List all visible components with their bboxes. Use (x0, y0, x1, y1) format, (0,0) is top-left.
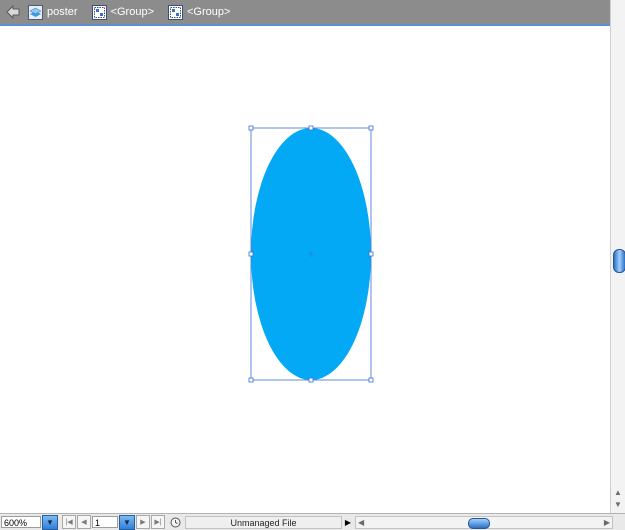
vertical-scroll-thumb[interactable] (613, 249, 625, 273)
scroll-left-arrow-icon[interactable]: ◀ (358, 517, 364, 529)
page-number-field[interactable]: 1 (92, 516, 118, 528)
previous-page-icon[interactable]: ◀ (77, 515, 91, 529)
breadcrumb-item-group-2[interactable]: <Group> (168, 4, 231, 20)
horizontal-scroll-thumb[interactable] (468, 517, 490, 529)
breadcrumb-item-group-1[interactable]: <Group> (91, 4, 154, 20)
breadcrumb-label: <Group> (187, 6, 231, 18)
zoom-level-field[interactable]: 600% (1, 516, 41, 528)
status-menu-icon[interactable] (169, 516, 181, 528)
selection-handle[interactable] (308, 377, 314, 383)
vertical-scrollbar[interactable]: ▲ ▼ (610, 0, 625, 513)
zoom-dropdown-button[interactable]: ▼ (42, 514, 58, 530)
selection-handle[interactable] (368, 251, 374, 257)
first-page-icon[interactable]: |◀ (62, 515, 76, 529)
selection-handle[interactable] (248, 125, 254, 131)
status-bar: 600% ▼ |◀ ◀ 1 ▼ ▶ ▶| Unmanaged File ▶ ◀ … (0, 513, 625, 530)
selection-handle[interactable] (368, 125, 374, 131)
selection-handle[interactable] (248, 377, 254, 383)
breadcrumb-label: <Group> (110, 6, 154, 18)
status-menu-arrow-icon[interactable]: ▶ (343, 518, 353, 527)
artboard-canvas[interactable] (0, 26, 610, 513)
scroll-right-arrow-icon[interactable]: ▶ (604, 517, 610, 529)
back-arrow-icon[interactable] (4, 3, 22, 21)
page-dropdown-button[interactable]: ▼ (119, 514, 135, 530)
breadcrumb-bar: poster <Group> <Group> (0, 0, 610, 26)
horizontal-scrollbar[interactable]: ◀ ▶ (355, 515, 613, 529)
scroll-down-arrow-icon[interactable]: ▼ (614, 500, 622, 509)
selection-handle[interactable] (248, 251, 254, 257)
selection-handle[interactable] (308, 125, 314, 131)
next-page-icon[interactable]: ▶ (136, 515, 150, 529)
artwork (248, 125, 374, 383)
document-status-text: Unmanaged File (185, 515, 342, 529)
breadcrumb-label: poster (47, 6, 78, 18)
scroll-up-arrow-icon[interactable]: ▲ (614, 488, 622, 497)
selection-handle[interactable] (368, 377, 374, 383)
last-page-icon[interactable]: ▶| (151, 515, 165, 529)
layer-icon (28, 4, 43, 20)
group-icon (91, 4, 107, 20)
breadcrumb-item-poster[interactable]: poster (28, 4, 78, 20)
group-icon (168, 4, 183, 20)
